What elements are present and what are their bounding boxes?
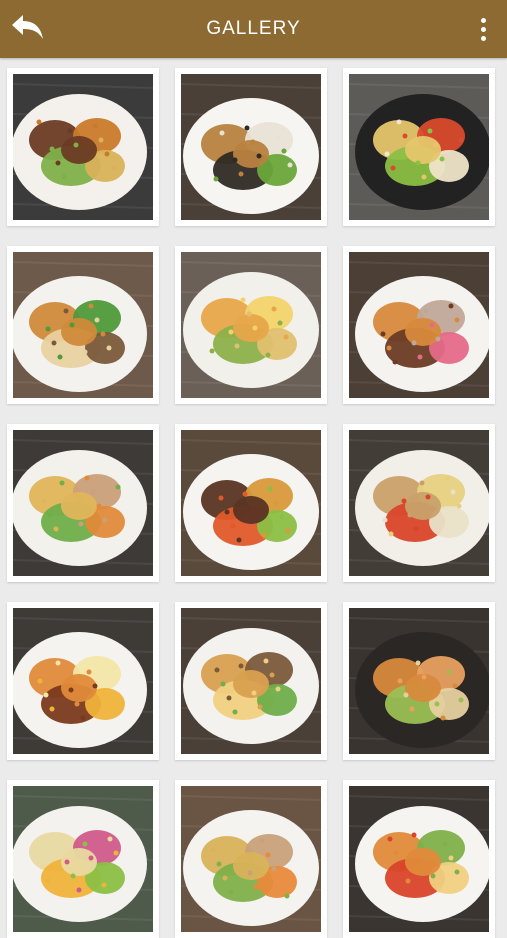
food-photo	[349, 252, 489, 398]
gallery-item[interactable]	[343, 424, 495, 582]
gallery-item[interactable]	[343, 246, 495, 404]
gallery-item[interactable]	[175, 602, 327, 760]
back-arrow-icon	[10, 13, 46, 46]
gallery-item[interactable]	[7, 780, 159, 938]
page-title: GALLERY	[206, 18, 301, 39]
food-photo	[181, 252, 321, 398]
gallery-grid	[7, 68, 501, 938]
overflow-menu-button[interactable]	[473, 14, 493, 44]
food-photo	[13, 252, 153, 398]
gallery-item[interactable]	[343, 780, 495, 938]
gallery-item[interactable]	[7, 602, 159, 760]
gallery-item[interactable]	[7, 424, 159, 582]
food-photo	[13, 608, 153, 754]
food-photo	[181, 786, 321, 932]
app-header: GALLERY	[0, 0, 507, 58]
gallery-item[interactable]	[175, 780, 327, 938]
back-button[interactable]	[8, 12, 48, 46]
food-photo	[13, 430, 153, 576]
gallery-item[interactable]	[175, 68, 327, 226]
gallery-item[interactable]	[7, 68, 159, 226]
food-photo	[349, 786, 489, 932]
food-photo	[181, 430, 321, 576]
gallery-item[interactable]	[343, 68, 495, 226]
gallery-item[interactable]	[7, 246, 159, 404]
food-photo	[181, 74, 321, 220]
food-photo	[349, 74, 489, 220]
food-photo	[181, 608, 321, 754]
gallery-item[interactable]	[343, 602, 495, 760]
gallery-item[interactable]	[175, 424, 327, 582]
gallery-item[interactable]	[175, 246, 327, 404]
food-photo	[13, 786, 153, 932]
more-vertical-icon	[480, 17, 486, 41]
food-photo	[349, 608, 489, 754]
food-photo	[349, 430, 489, 576]
food-photo	[13, 74, 153, 220]
